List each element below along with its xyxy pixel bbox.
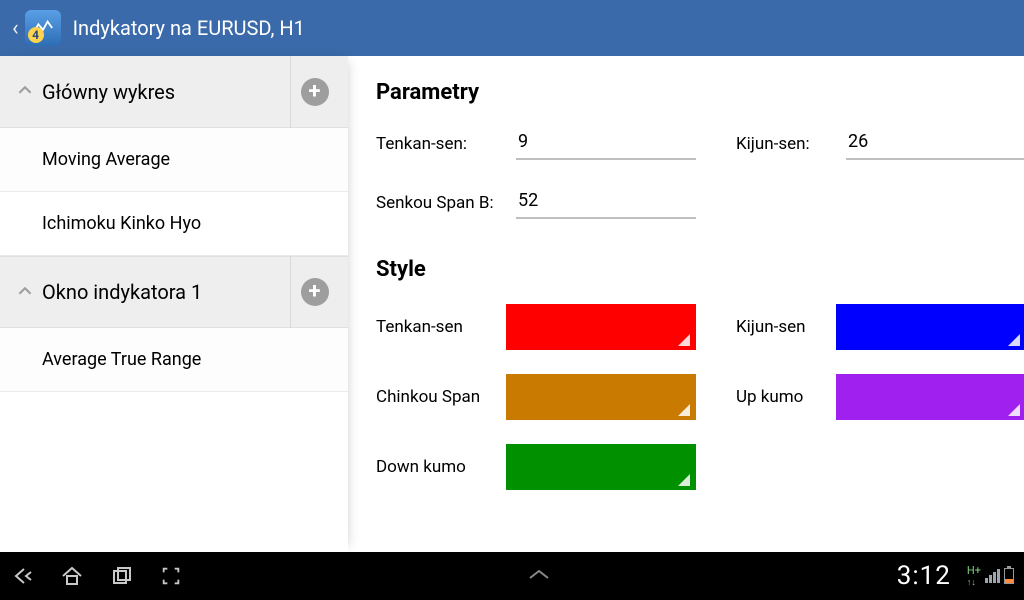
chevron-up-icon	[18, 282, 34, 303]
add-indicator-button[interactable]: +	[290, 56, 338, 128]
style-tenkan-label: Tenkan-sen	[376, 317, 506, 337]
senkou-input[interactable]	[516, 186, 696, 219]
battery-icon	[1004, 568, 1014, 584]
system-navigation-bar: 3:12 H+↑↓	[0, 552, 1024, 600]
style-kijun-swatch[interactable]	[836, 304, 1024, 350]
nav-recent-icon[interactable]	[110, 564, 134, 588]
list-item-label: Average True Range	[42, 349, 201, 370]
section-label: Okno indykatora 1	[42, 280, 290, 304]
action-bar: ‹ Indykatory na EURUSD, H1	[0, 0, 1024, 56]
chevron-up-icon	[18, 81, 34, 102]
nav-drawer-icon[interactable]	[182, 566, 897, 587]
style-upkumo-swatch[interactable]	[836, 374, 1024, 420]
section-label: Główny wykres	[42, 80, 290, 104]
signal-icon	[985, 569, 1000, 583]
style-kijun-label: Kijun-sen	[736, 317, 836, 337]
section-indicator-window-1[interactable]: Okno indykatora 1 +	[0, 256, 348, 328]
plus-icon: +	[301, 78, 329, 106]
indicator-item-ichimoku[interactable]: Ichimoku Kinko Hyo	[0, 192, 348, 256]
status-clock: 3:12	[897, 561, 951, 591]
indicator-detail-panel: Parametry Tenkan-sen: Kijun-sen: Senkou …	[348, 56, 1024, 552]
senkou-label: Senkou Span B:	[376, 193, 516, 213]
app-icon[interactable]	[25, 10, 61, 46]
kijun-label: Kijun-sen:	[736, 134, 846, 154]
page-title: Indykatory na EURUSD, H1	[73, 16, 305, 40]
list-item-label: Moving Average	[42, 149, 170, 170]
style-upkumo-label: Up kumo	[736, 387, 836, 407]
style-downkumo-swatch[interactable]	[506, 444, 696, 490]
params-heading: Parametry	[376, 80, 994, 105]
tenkan-label: Tenkan-sen:	[376, 134, 516, 154]
indicator-item-moving-average[interactable]: Moving Average	[0, 128, 348, 192]
section-main-chart[interactable]: Główny wykres +	[0, 56, 348, 128]
style-grid: Tenkan-sen Kijun-sen Chinkou Span Up kum…	[376, 304, 994, 490]
kijun-input[interactable]	[846, 127, 1024, 160]
tenkan-input[interactable]	[516, 127, 696, 160]
nav-back-icon[interactable]	[10, 564, 34, 588]
params-grid: Tenkan-sen: Kijun-sen: Senkou Span B:	[376, 127, 994, 219]
add-indicator-button[interactable]: +	[290, 256, 338, 328]
style-downkumo-label: Down kumo	[376, 457, 506, 477]
indicator-item-atr[interactable]: Average True Range	[0, 328, 348, 392]
style-heading: Style	[376, 257, 994, 282]
back-icon[interactable]: ‹	[12, 16, 19, 41]
status-icons: H+↑↓	[967, 565, 1014, 588]
list-item-label: Ichimoku Kinko Hyo	[42, 213, 201, 234]
nav-home-icon[interactable]	[60, 564, 84, 588]
style-tenkan-swatch[interactable]	[506, 304, 696, 350]
plus-icon: +	[301, 278, 329, 306]
style-chinkou-swatch[interactable]	[506, 374, 696, 420]
style-chinkou-label: Chinkou Span	[376, 387, 506, 407]
network-type-icon: H+↑↓	[967, 565, 981, 588]
nav-screenshot-icon[interactable]	[160, 565, 182, 587]
indicator-sidebar: Główny wykres + Moving Average Ichimoku …	[0, 56, 348, 552]
